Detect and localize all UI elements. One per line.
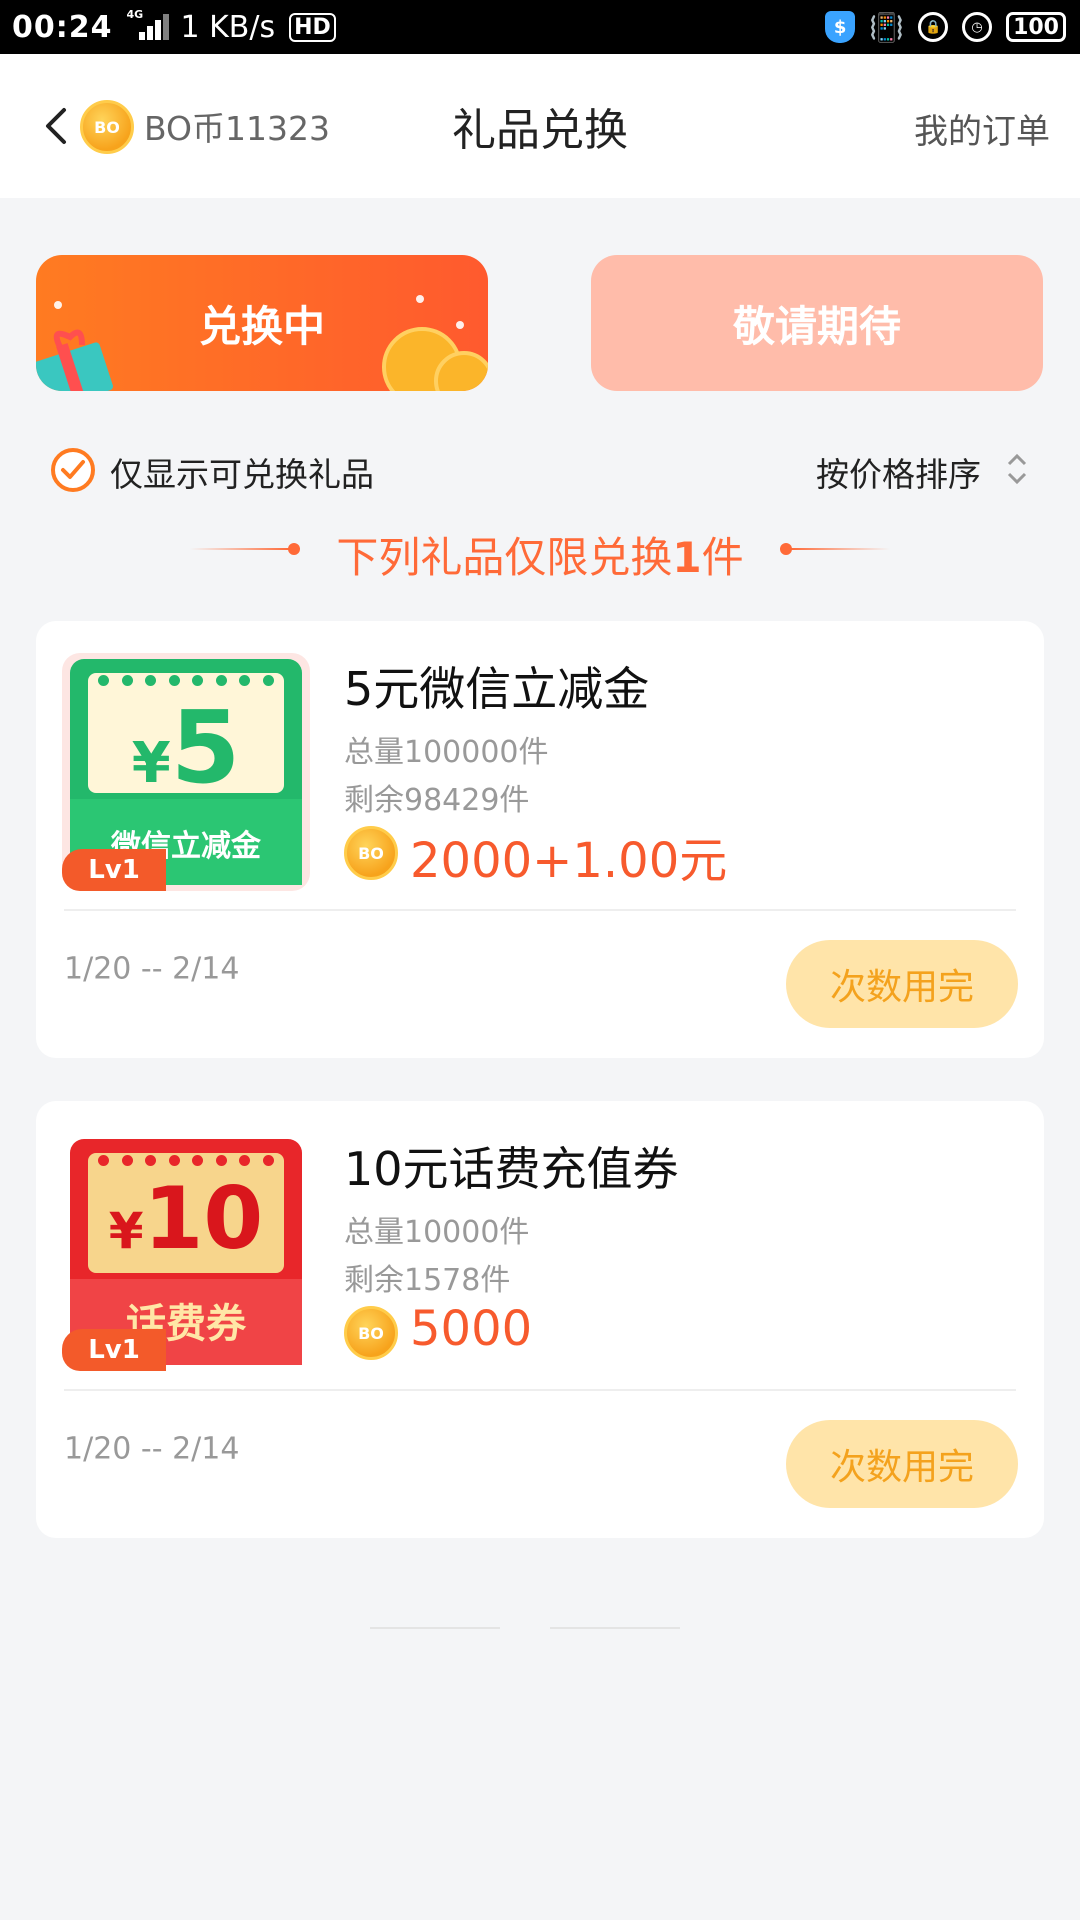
gift-total: 总量100000件 <box>344 735 549 770</box>
divider <box>64 1389 1016 1391</box>
gift-date-range: 1/20 -- 2/14 <box>64 1431 240 1467</box>
gift-box-icon <box>36 329 113 391</box>
exchange-limit-notice: 下列礼品仅限兑换1件 <box>0 518 1080 582</box>
gift-thumbnail: ¥5 微信立减金 Lv1 <box>62 653 310 891</box>
gift-name: 5元微信立减金 <box>344 662 650 716</box>
gift-price: 5000 <box>410 1301 533 1357</box>
nav-header: BO BO币11323 礼品兑换 我的订单 <box>0 54 1080 198</box>
gift-name: 10元话费充值券 <box>344 1142 679 1196</box>
network-speed: 1 KB/s <box>180 9 276 45</box>
divider <box>64 909 1016 911</box>
exchange-button[interactable]: 次数用完 <box>786 940 1018 1028</box>
sparkle-icon <box>54 301 62 309</box>
gift-price: 2000+1.00元 <box>410 833 728 889</box>
sparkle-icon <box>416 295 424 303</box>
gift-total: 总量10000件 <box>344 1215 530 1250</box>
alarm-icon: ◷ <box>962 12 993 42</box>
tab-coming-soon-label: 敬请期待 <box>732 301 901 351</box>
tab-exchanging[interactable]: 兑换中 <box>36 255 488 391</box>
tab-exchanging-label: 兑换中 <box>198 301 325 351</box>
checkbox-checked-icon[interactable] <box>50 447 96 493</box>
bo-coin-icon: BO <box>344 1306 398 1360</box>
sort-by-price-button[interactable]: 按价格排序 <box>816 448 981 496</box>
my-orders-link[interactable]: 我的订单 <box>914 104 1050 153</box>
gift-card[interactable]: ¥5 微信立减金 Lv1 5元微信立减金 总量100000件 剩余98429件 … <box>36 621 1044 1058</box>
tab-coming-soon[interactable]: 敬请期待 <box>591 255 1043 391</box>
only-exchangeable-label[interactable]: 仅显示可兑换礼品 <box>110 448 374 496</box>
gift-date-range: 1/20 -- 2/14 <box>64 951 240 987</box>
list-end-divider <box>370 1627 500 1629</box>
gift-remaining: 剩余98429件 <box>344 783 530 818</box>
limit-count: 1 <box>672 533 702 582</box>
level-badge: Lv1 <box>62 1329 166 1371</box>
bo-coin-icon: BO <box>344 826 398 880</box>
signal-icon: 4G <box>127 8 169 42</box>
sort-toggle-icon[interactable] <box>1004 450 1030 488</box>
status-time: 00:24 <box>12 9 113 45</box>
rotation-lock-icon: 🔒 <box>918 12 949 42</box>
hd-voice-icon: HD <box>289 12 336 42</box>
level-badge: Lv1 <box>62 849 166 891</box>
limit-suffix: 件 <box>701 533 744 582</box>
status-bar: 00:24 4G 1 KB/s HD $ 📳 🔒 ◷ 100 <box>0 0 1080 54</box>
gift-thumbnail: ¥10 话费券 Lv1 <box>62 1133 310 1371</box>
battery-icon: 100 <box>1006 12 1066 42</box>
exchange-button[interactable]: 次数用完 <box>786 1420 1018 1508</box>
gift-card[interactable]: ¥10 话费券 Lv1 10元话费充值券 总量10000件 剩余1578件 BO… <box>36 1101 1044 1538</box>
sparkle-icon <box>456 321 464 329</box>
list-end-divider <box>550 1627 680 1629</box>
security-shield-icon: $ <box>825 11 856 43</box>
gift-remaining: 剩余1578件 <box>344 1263 511 1298</box>
vibrate-icon: 📳 <box>869 10 905 44</box>
limit-prefix: 下列礼品仅限兑换 <box>336 533 673 582</box>
